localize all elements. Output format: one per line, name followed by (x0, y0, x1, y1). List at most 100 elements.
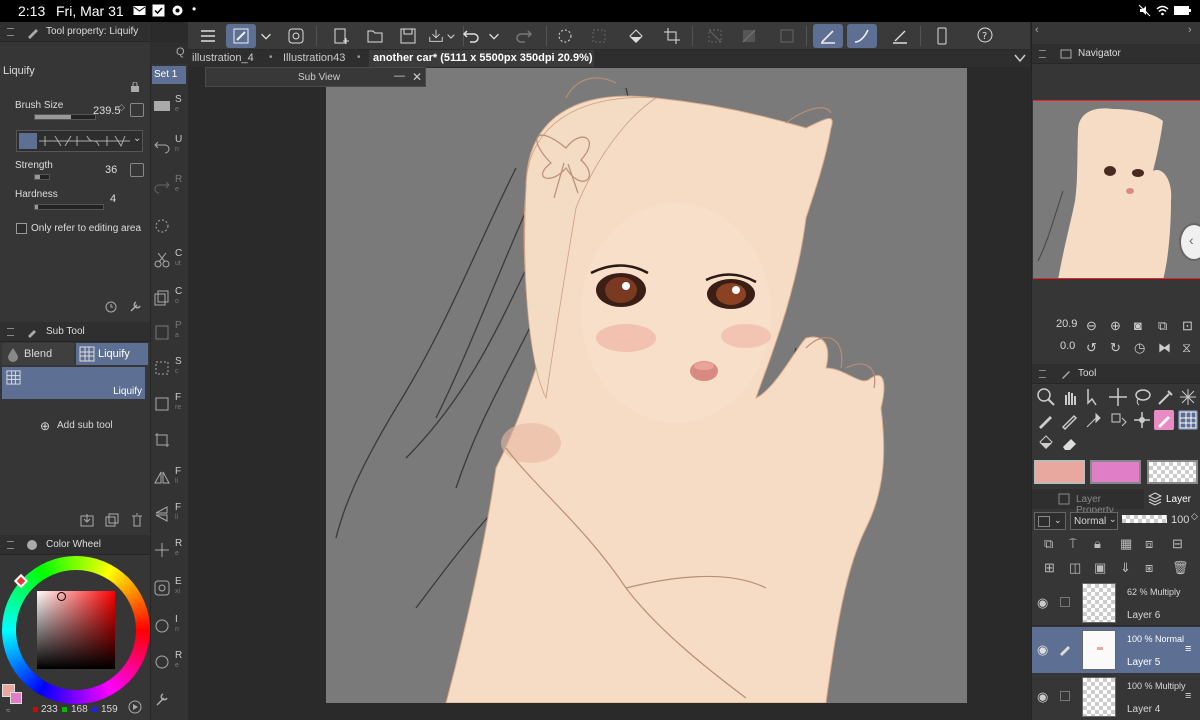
navigator-preview[interactable]: ‹ (1033, 100, 1200, 279)
minimize-icon[interactable]: — (394, 70, 405, 82)
search-icon[interactable]: Q (176, 46, 185, 58)
brush-size-value[interactable]: 239.5 (93, 105, 121, 117)
auto-action-spinner[interactable] (153, 212, 187, 246)
auto-action-i[interactable]: In (153, 612, 187, 646)
eye-icon[interactable]: ◉ (1037, 689, 1048, 705)
canvas-artwork[interactable] (326, 68, 967, 703)
hardness-slider[interactable] (34, 204, 104, 210)
layer-folder-icon[interactable]: ⊟ (1172, 536, 1183, 552)
crop-button[interactable] (659, 24, 685, 48)
auto-action-flip-h[interactable]: Fli (153, 464, 187, 498)
trash-icon[interactable] (130, 513, 144, 527)
sub-tool-tab-liquify[interactable]: Liquify (76, 343, 148, 365)
fit-icon[interactable]: ◙ (1134, 318, 1142, 333)
auto-action-export[interactable]: Exi (153, 574, 187, 608)
auto-action-r[interactable]: Re (153, 648, 187, 682)
blend-mode-select[interactable]: Normal ⌄ (1070, 512, 1118, 530)
operation-tool-icon[interactable] (1084, 387, 1104, 407)
save-button[interactable] (395, 24, 421, 48)
brush-tool-icon[interactable] (1084, 410, 1104, 430)
brush-shape-selector[interactable]: ⌄ (16, 130, 143, 152)
auto-action-transform[interactable] (153, 426, 187, 460)
pen-snap-button[interactable] (813, 24, 843, 48)
opacity-slider[interactable] (1122, 515, 1167, 523)
tab-layer-property[interactable]: Layer Property (1052, 489, 1140, 516)
chevron-down-icon[interactable]: ⌄ (133, 133, 141, 144)
fill-button[interactable] (623, 24, 649, 48)
opacity-value[interactable]: 100 (1171, 514, 1189, 526)
new-vector-layer-icon[interactable]: ◫ (1069, 560, 1081, 576)
brush-size-toggle-icon[interactable] (130, 103, 144, 117)
reset-icon[interactable] (104, 300, 118, 314)
lasso-tool-icon[interactable] (1132, 387, 1152, 407)
decoration-tool-icon[interactable] (1108, 410, 1128, 430)
rotate-left-icon[interactable]: ↺ (1086, 340, 1097, 356)
delete-layer-icon[interactable]: 🗑︎ (1172, 560, 1189, 576)
clipping-icon[interactable]: ⧉ (1044, 536, 1053, 552)
layer-color-select[interactable]: ⌄ (1034, 512, 1066, 530)
transfer-down-icon[interactable]: ⇓ (1120, 560, 1131, 576)
reference-icon[interactable]: ⍑ (1069, 536, 1077, 552)
flip-v-icon[interactable]: ⧖ (1182, 340, 1191, 356)
figure-tool-icon[interactable] (1132, 410, 1152, 430)
strength-value[interactable]: 36 (105, 164, 117, 176)
tab-illustration-43[interactable]: Illustration43 (279, 50, 353, 67)
lock-transparency-icon[interactable]: ▦ (1120, 536, 1132, 552)
drag-handle-icon[interactable]: ≡ (1185, 643, 1191, 655)
lasso-button[interactable] (283, 24, 309, 48)
chevron-left-icon[interactable]: ‹ (1035, 24, 1039, 36)
close-icon[interactable]: ✕ (412, 70, 422, 84)
stepper-icon[interactable]: ◇ (118, 102, 125, 113)
layer-checkbox[interactable] (1060, 691, 1070, 701)
menu-button[interactable] (195, 24, 221, 48)
edit-tool-dropdown[interactable] (258, 24, 274, 48)
duplicate-icon[interactable] (105, 513, 119, 527)
liquify-tool-selected[interactable] (1178, 410, 1198, 430)
pen-tool-icon[interactable] (1036, 410, 1056, 430)
layer-row-selected[interactable]: ◉ 100 % Normal Layer 5 ≡ (1032, 627, 1200, 673)
auto-action-copy[interactable]: Co (153, 284, 187, 318)
zoom-out-icon[interactable]: ⊖ (1086, 318, 1097, 334)
lock-icon[interactable] (130, 82, 140, 92)
actual-size-icon[interactable]: ⧉ (1158, 318, 1167, 334)
zoom-in-icon[interactable]: ⊕ (1110, 318, 1121, 334)
sub-tool-tab-blend[interactable]: Blend (2, 343, 74, 365)
strength-slider[interactable] (34, 174, 50, 180)
pencil-tool-icon[interactable] (1060, 410, 1080, 430)
stepper-icon[interactable]: ◇ (1191, 511, 1198, 522)
auto-action-select[interactable]: Sc (153, 354, 187, 388)
auto-action-cut[interactable]: Cut (153, 246, 187, 280)
mask-icon[interactable]: ⧈ (1145, 536, 1153, 552)
undo-button[interactable] (458, 24, 484, 48)
export-button[interactable] (428, 24, 444, 48)
tab-illustration-4[interactable]: illustration_4 (188, 50, 268, 67)
auto-action-fill[interactable]: Fre (153, 390, 187, 424)
brush-snap-button[interactable] (847, 24, 877, 48)
eye-icon[interactable]: ◉ (1037, 595, 1048, 611)
device-button[interactable] (929, 24, 955, 48)
strength-pressure-icon[interactable] (130, 163, 144, 177)
transparent-color-chip[interactable] (1147, 460, 1198, 484)
only-editing-area-checkbox[interactable] (16, 223, 27, 234)
color-picker-handle[interactable] (57, 592, 66, 601)
color-wheel[interactable] (2, 554, 150, 720)
navigator-zoom-value[interactable]: 20.9 (1056, 318, 1077, 330)
edit-tool-button[interactable] (226, 24, 256, 48)
sub-tool-item-liquify[interactable]: Liquify (2, 367, 145, 399)
layer-row[interactable]: ◉ 62 % Multiply Layer 6 (1032, 580, 1200, 626)
grip-icon[interactable] (1039, 370, 1046, 378)
open-button[interactable] (362, 24, 388, 48)
tab-layer[interactable]: Layer (1144, 489, 1200, 509)
clear-button[interactable] (586, 24, 612, 48)
brush-size-slider[interactable] (34, 114, 96, 120)
spinner-button[interactable] (552, 24, 578, 48)
auto-action-paste[interactable]: Pa (153, 318, 187, 352)
layer-row[interactable]: ◉ 100 % Multiply Layer 4 ≡ (1032, 674, 1200, 720)
auto-action-flip-v[interactable]: Fli (153, 500, 187, 534)
edit-pen-icon[interactable] (1058, 642, 1072, 656)
eye-icon[interactable]: ◉ (1037, 642, 1048, 658)
rotate-right-icon[interactable]: ↻ (1110, 340, 1121, 356)
hide-selection-button[interactable] (702, 24, 728, 48)
tab-another-car[interactable]: another car* (5111 x 5500px 350dpi 20.9%… (369, 50, 594, 67)
wrench-icon[interactable] (128, 300, 142, 314)
